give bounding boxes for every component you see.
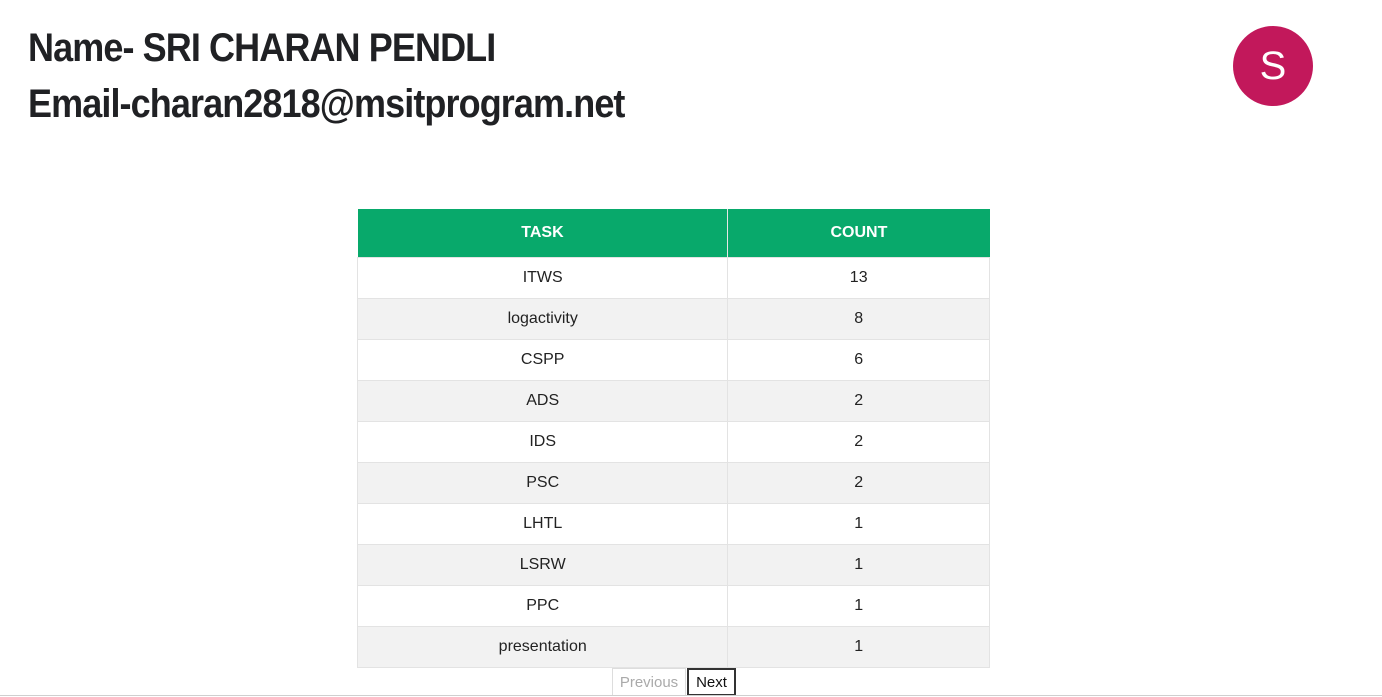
- count-cell: 8: [727, 298, 990, 340]
- task-cell: CSPP: [356, 339, 729, 381]
- table-row: ITWS 13: [356, 257, 990, 299]
- column-header-count: COUNT: [727, 209, 990, 258]
- table-row: PPC 1: [356, 585, 990, 627]
- task-cell: PPC: [356, 585, 729, 627]
- task-cell: LSRW: [356, 544, 729, 586]
- user-email-heading: Email-charan2818@msitprogram.net: [28, 82, 625, 126]
- column-header-task: TASK: [357, 209, 729, 258]
- table-row: PSC 2: [356, 462, 990, 504]
- count-cell: 1: [727, 585, 990, 627]
- count-cell: 13: [727, 257, 990, 299]
- task-cell: IDS: [356, 421, 729, 463]
- count-cell: 1: [727, 626, 990, 668]
- table-header-row: TASK COUNT: [357, 209, 990, 258]
- pagination: Previous Next: [612, 668, 736, 696]
- task-cell: logactivity: [356, 298, 729, 340]
- count-cell: 1: [727, 544, 990, 586]
- task-cell: PSC: [356, 462, 729, 504]
- user-name-heading: Name- SRI CHARAN PENDLI: [28, 26, 496, 70]
- task-cell: presentation: [356, 626, 729, 668]
- count-cell: 1: [727, 503, 990, 545]
- previous-button[interactable]: Previous: [612, 668, 686, 696]
- table-row: CSPP 6: [356, 339, 990, 381]
- bottom-divider: [0, 695, 1382, 696]
- table-row: LSRW 1: [356, 544, 990, 586]
- count-cell: 2: [727, 462, 990, 504]
- avatar[interactable]: S: [1233, 26, 1313, 106]
- task-cell: ADS: [356, 380, 729, 422]
- table-row: IDS 2: [356, 421, 990, 463]
- task-cell: ITWS: [356, 257, 729, 299]
- task-count-table: TASK COUNT ITWS 13 logactivity 8 CSPP 6 …: [356, 209, 990, 668]
- count-cell: 6: [727, 339, 990, 381]
- table-row: LHTL 1: [356, 503, 990, 545]
- count-cell: 2: [727, 380, 990, 422]
- table-row: presentation 1: [356, 626, 990, 668]
- table-row: ADS 2: [356, 380, 990, 422]
- next-button[interactable]: Next: [687, 668, 736, 696]
- count-cell: 2: [727, 421, 990, 463]
- avatar-letter: S: [1259, 43, 1287, 88]
- task-cell: LHTL: [356, 503, 729, 545]
- table-row: logactivity 8: [356, 298, 990, 340]
